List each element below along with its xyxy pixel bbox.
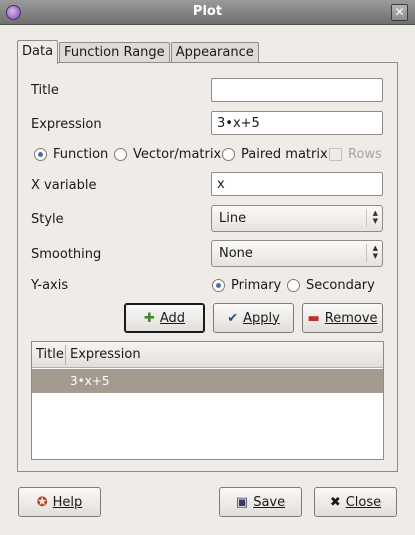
tab-appearance[interactable]: Appearance <box>170 42 259 63</box>
style-label: Style <box>31 212 64 227</box>
updown-arrows-icon: ▲ ▼ <box>366 244 378 262</box>
checkbox-box-icon <box>329 148 342 161</box>
radio-primary-label: Primary <box>231 278 282 293</box>
save-button[interactable]: ▣ Save <box>219 487 302 517</box>
plus-icon: ✚ <box>143 310 155 326</box>
style-select[interactable]: Line ▲ ▼ <box>211 205 383 232</box>
floppy-disk-icon: ▣ <box>235 494 249 510</box>
close-icon: ✖ <box>329 494 341 510</box>
close-button[interactable]: ✖ Close <box>314 487 397 517</box>
radio-function-label: Function <box>53 147 109 162</box>
tab-data[interactable]: Data <box>17 40 59 64</box>
add-button-label: Add <box>159 310 186 326</box>
plot-list[interactable]: Title Expression 3•x+5 <box>31 341 384 460</box>
apply-button-label: Apply <box>243 310 280 326</box>
updown-arrows-icon: ▲ ▼ <box>366 209 378 227</box>
title-bar: Plot ✕ <box>0 0 415 25</box>
title-input[interactable] <box>211 78 383 102</box>
radio-dot-icon <box>222 148 235 161</box>
help-button[interactable]: ✪ Help <box>18 487 101 517</box>
smoothing-select[interactable]: None ▲ ▼ <box>211 240 383 267</box>
checkmark-icon: ✔ <box>227 310 239 326</box>
window-close-icon[interactable]: ✕ <box>391 4 408 21</box>
radio-function[interactable]: Function <box>34 147 108 162</box>
column-divider <box>65 345 66 365</box>
rows-label: Rows <box>348 147 382 162</box>
radio-paired-label: Paired matrix <box>241 147 328 162</box>
add-button[interactable]: ✚ Add <box>124 303 205 333</box>
remove-button[interactable]: ▬ Remove <box>302 303 383 333</box>
radio-dot-icon <box>212 279 225 292</box>
tab-function-range[interactable]: Function Range <box>59 42 170 63</box>
style-select-value: Line <box>219 211 247 226</box>
smoothing-select-value: None <box>219 246 253 261</box>
radio-primary[interactable]: Primary <box>212 278 281 293</box>
column-header-title[interactable]: Title <box>36 347 64 362</box>
radio-dot-icon <box>114 148 127 161</box>
radio-secondary-label: Secondary <box>306 278 375 293</box>
radio-dot-icon <box>34 148 47 161</box>
column-header-expression[interactable]: Expression <box>70 347 141 362</box>
save-button-label: Save <box>253 494 286 510</box>
remove-button-label: Remove <box>324 310 378 326</box>
radio-dot-icon <box>287 279 300 292</box>
radio-vector-matrix[interactable]: Vector/matrix <box>114 147 221 162</box>
rows-checkbox: Rows <box>329 147 382 162</box>
expression-label: Expression <box>31 117 102 132</box>
window-title: Plot <box>192 4 223 19</box>
minus-icon: ▬ <box>307 310 320 326</box>
smoothing-label: Smoothing <box>31 247 102 262</box>
title-label: Title <box>31 83 59 98</box>
row-expression-cell: 3•x+5 <box>70 374 110 388</box>
lifebuoy-icon: ✪ <box>36 494 48 510</box>
list-header: Title Expression <box>32 342 383 368</box>
radio-vector-label: Vector/matrix <box>133 147 222 162</box>
x-variable-input[interactable]: x <box>211 172 383 196</box>
x-variable-label: X variable <box>31 178 97 193</box>
apply-button[interactable]: ✔ Apply <box>213 303 294 333</box>
close-button-label: Close <box>345 494 382 510</box>
tab-bar: Data Function Range Appearance <box>17 40 260 64</box>
radio-paired-matrix[interactable]: Paired matrix <box>222 147 328 162</box>
y-axis-label: Y-axis <box>31 278 69 293</box>
radio-secondary[interactable]: Secondary <box>287 278 375 293</box>
table-row[interactable]: 3•x+5 <box>32 369 383 393</box>
expression-input[interactable]: 3•x+5 <box>211 111 383 135</box>
help-button-label: Help <box>52 494 83 510</box>
